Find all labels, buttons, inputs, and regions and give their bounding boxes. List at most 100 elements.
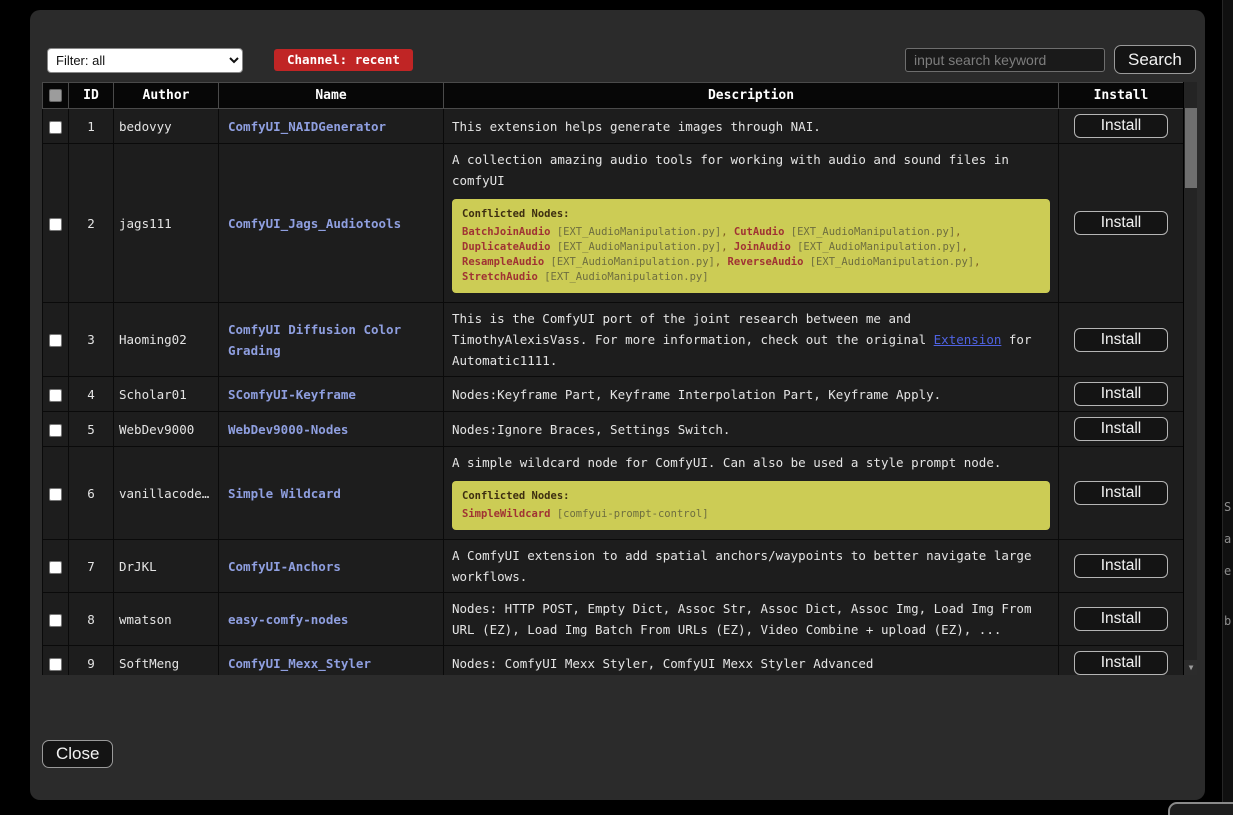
row-description: Nodes: HTTP POST, Empty Dict, Assoc Str,… [444, 593, 1059, 646]
background-text-fragment: a [1224, 532, 1231, 546]
row-id: 9 [69, 646, 114, 676]
install-button[interactable]: Install [1074, 651, 1169, 675]
install-button[interactable]: Install [1074, 481, 1169, 505]
node-name-link[interactable]: ComfyUI-Anchors [228, 559, 341, 574]
row-description: Nodes:Keyframe Part, Keyframe Interpolat… [444, 377, 1059, 412]
row-id: 8 [69, 593, 114, 646]
node-name-link[interactable]: Simple Wildcard [228, 486, 341, 501]
description-link[interactable]: Extension [934, 332, 1002, 347]
node-name-link[interactable]: WebDev9000-Nodes [228, 422, 348, 437]
conflict-node-name: DuplicateAudio [462, 241, 551, 253]
conflict-node-name: JoinAudio [734, 241, 791, 253]
row-description: Nodes:Ignore Braces, Settings Switch. [444, 412, 1059, 447]
row-checkbox[interactable] [49, 424, 62, 437]
table-row: 6vanillacode314 Simple Wildcard A simple w… [43, 447, 1184, 540]
conflict-node-source: [EXT_AudioManipulation.py] [810, 256, 974, 268]
install-button[interactable]: Install [1074, 328, 1169, 352]
conflict-node-name: ReverseAudio [728, 256, 804, 268]
custom-nodes-dialog: Filter: all Channel: recent Search ID [30, 10, 1205, 800]
custom-nodes-table: ID Author Name Description Install 1bedo… [42, 82, 1184, 675]
install-button[interactable]: Install [1074, 607, 1169, 631]
row-description: A collection amazing audio tools for wor… [444, 144, 1059, 303]
node-name-link[interactable]: ComfyUI Diffusion Color Grading [228, 322, 401, 358]
scroll-down-button[interactable]: ▼ [1184, 660, 1197, 675]
install-button[interactable]: Install [1074, 382, 1169, 406]
table-row: 4Scholar01 SComfyUI-Keyframe Nodes:Keyfram… [43, 377, 1184, 412]
node-name-link[interactable]: ComfyUI_Jags_Audiotools [228, 216, 401, 231]
row-description: This is the ComfyUI port of the joint re… [444, 303, 1059, 377]
conflict-node-source: [EXT_AudioManipulation.py] [544, 271, 708, 283]
table-row: 5WebDev9000WebDev9000-NodesNodes:Ignore … [43, 412, 1184, 447]
row-checkbox[interactable] [49, 218, 62, 231]
table-row: 1bedovyy ComfyUI_NAIDGenerator This extens… [43, 109, 1184, 144]
node-name-link[interactable]: ComfyUI_NAIDGenerator [228, 119, 386, 134]
table-scrollbar[interactable]: ▼ [1183, 82, 1197, 675]
header-description: Description [444, 83, 1059, 109]
row-checkbox[interactable] [49, 658, 62, 671]
row-id: 3 [69, 303, 114, 377]
table-scrollbar-thumb[interactable] [1185, 108, 1197, 188]
conflict-warning: Conflicted Nodes: BatchJoinAudio [EXT_Aud… [452, 199, 1050, 293]
dialog-toolbar: Filter: all Channel: recent Search [42, 40, 1193, 76]
conflict-title: Conflicted Nodes: [462, 207, 1040, 222]
row-author: wmatson [114, 593, 219, 646]
background-text-fragment: e [1224, 564, 1231, 578]
install-button[interactable]: Install [1074, 114, 1169, 138]
row-id: 5 [69, 412, 114, 447]
conflict-warning: Conflicted Nodes:SimpleWildcard [comfyui… [452, 481, 1050, 530]
header-name: Name [219, 83, 444, 109]
row-id: 6 [69, 447, 114, 540]
conflict-node-name: StretchAudio [462, 271, 538, 283]
comfyui-page: Saeb Filter: all Channel: recent Search [0, 0, 1233, 815]
row-author: Scholar01 [114, 377, 219, 412]
install-button[interactable]: Install [1074, 417, 1169, 441]
row-author: bedovyy [114, 109, 219, 144]
row-id: 2 [69, 144, 114, 303]
conflict-node-source: [EXT_AudioManipulation.py] [557, 241, 721, 253]
row-checkbox[interactable] [49, 389, 62, 402]
row-author: SoftMeng [114, 646, 219, 676]
node-name-link[interactable]: SComfyUI-Keyframe [228, 387, 356, 402]
row-author: Haoming02 [114, 303, 219, 377]
conflict-node-source: [EXT_AudioManipulation.py] [551, 256, 715, 268]
table-row: 3Haoming02ComfyUI Diffusion Color Gradin… [43, 303, 1184, 377]
row-checkbox[interactable] [49, 561, 62, 574]
row-id: 4 [69, 377, 114, 412]
conflict-node-source: [comfyui-prompt-control] [557, 508, 709, 520]
install-button[interactable]: Install [1074, 554, 1169, 578]
row-checkbox[interactable] [49, 121, 62, 134]
node-name-link[interactable]: ComfyUI_Mexx_Styler [228, 656, 371, 671]
row-author: DrJKL [114, 540, 219, 593]
search-input[interactable] [905, 48, 1105, 72]
channel-badge: Channel: recent [274, 49, 413, 71]
background-partial-button [1168, 802, 1233, 815]
node-name-link[interactable]: easy-comfy-nodes [228, 612, 348, 627]
conflict-node-source: [EXT_AudioManipulation.py] [557, 226, 721, 238]
table-row: 7DrJKLComfyUI-AnchorsA ComfyUI extension… [43, 540, 1184, 593]
conflict-node-name: SimpleWildcard [462, 508, 551, 520]
install-button[interactable]: Install [1074, 211, 1169, 235]
row-description: This extension helps generate images thr… [444, 109, 1059, 144]
select-all-header [43, 83, 69, 109]
conflict-list: BatchJoinAudio [EXT_AudioManipulation.py… [462, 226, 980, 283]
page-scrollbar[interactable] [1222, 0, 1233, 815]
select-all-checkbox[interactable] [49, 89, 62, 102]
row-checkbox[interactable] [49, 614, 62, 627]
row-author: jags111 [114, 144, 219, 303]
row-description: Nodes: ComfyUI Mexx Styler, ComfyUI Mexx… [444, 646, 1059, 676]
row-checkbox[interactable] [49, 334, 62, 347]
background-text-fragment: b [1224, 614, 1231, 628]
row-id: 1 [69, 109, 114, 144]
table-header-row: ID Author Name Description Install [43, 83, 1184, 109]
filter-select[interactable]: Filter: all [47, 48, 243, 73]
conflict-node-name: ResampleAudio [462, 256, 544, 268]
conflict-list: SimpleWildcard [comfyui-prompt-control] [462, 508, 709, 520]
table-row: 2jags111 ComfyUI_Jags_Audiotools A collect… [43, 144, 1184, 303]
header-install: Install [1059, 83, 1184, 109]
search-button[interactable]: Search [1114, 45, 1196, 74]
conflict-node-source: [EXT_AudioManipulation.py] [797, 241, 961, 253]
row-description: A simple wildcard node for ComfyUI. Can … [444, 447, 1059, 540]
close-button[interactable]: Close [42, 740, 113, 768]
row-checkbox[interactable] [49, 488, 62, 501]
row-author: vanillacode314 [114, 447, 219, 540]
